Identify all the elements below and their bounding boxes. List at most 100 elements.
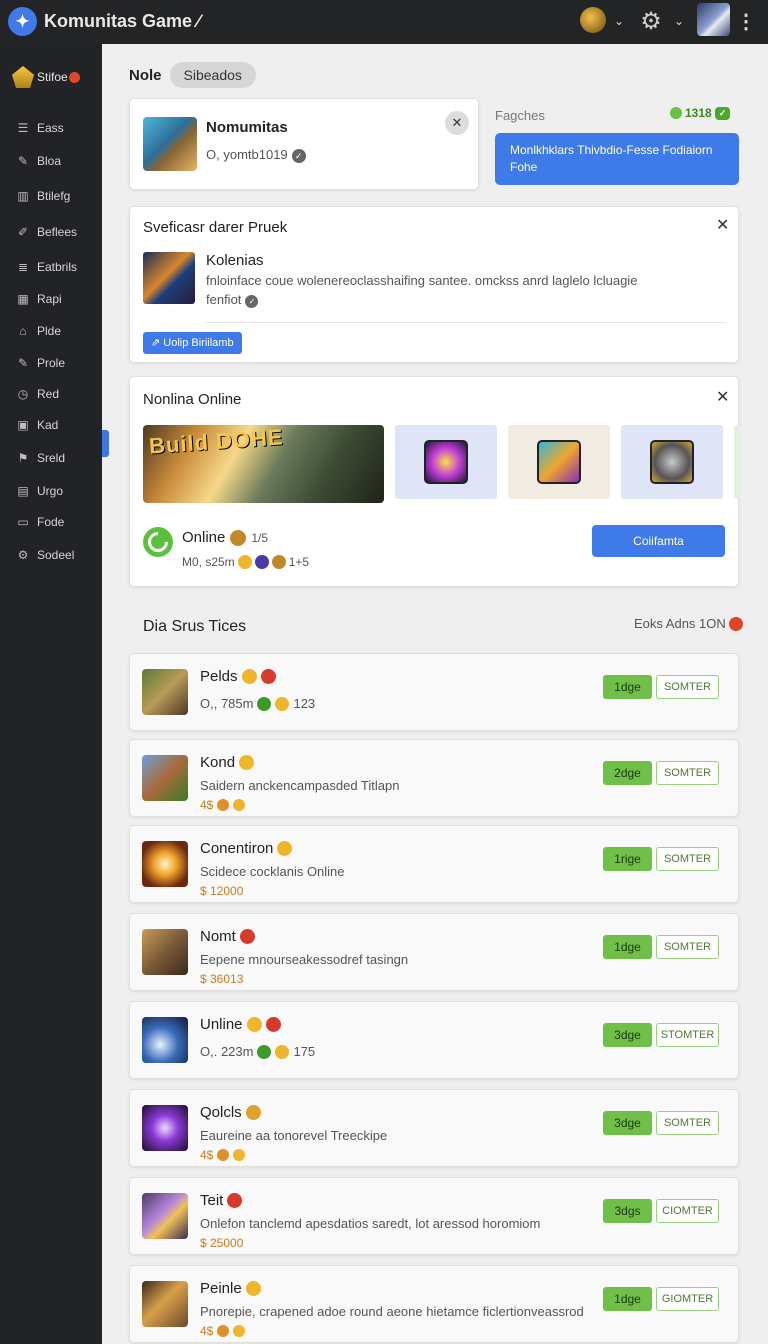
row-title-text: Qolcls bbox=[200, 1104, 242, 1121]
game-thumbnail[interactable] bbox=[395, 425, 497, 499]
chevron-down-icon[interactable]: ⌄ bbox=[612, 6, 626, 36]
sidebar-item-beflees[interactable]: ✐ Beflees bbox=[16, 225, 77, 239]
list-item[interactable]: Qolcls Eaureine aa tonorevel Treeckipe 4$ 3… bbox=[129, 1089, 739, 1167]
game-avatar-icon[interactable] bbox=[580, 7, 606, 33]
coin-icon bbox=[233, 799, 246, 811]
coin-icon bbox=[217, 799, 230, 811]
row-price-text: $ 25000 bbox=[200, 1236, 244, 1250]
row-action-button[interactable]: SOMTER bbox=[656, 847, 719, 871]
chevron-down-icon[interactable]: ⌄ bbox=[672, 6, 686, 36]
sidebar-item-plde[interactable]: ⌂ Plde bbox=[16, 324, 61, 338]
row-badge-button[interactable]: 1rige bbox=[603, 847, 652, 871]
row-action-button[interactable]: STOMTER bbox=[656, 1023, 719, 1047]
close-icon[interactable]: ✕ bbox=[445, 111, 469, 135]
game-thumbnail bbox=[142, 669, 188, 715]
row-price: 4$ bbox=[200, 1324, 246, 1338]
sidebar-item-label: Fode bbox=[37, 515, 65, 529]
special-name: Kolenias bbox=[206, 252, 264, 269]
sidebar-item-urgo[interactable]: ▤ Urgo bbox=[16, 484, 63, 498]
row-badge-button[interactable]: 1dge bbox=[603, 675, 652, 699]
emoji-icon bbox=[265, 1017, 281, 1032]
sidebar-item-sreld[interactable]: ⚑ Sreld bbox=[16, 451, 65, 465]
online-status-icon bbox=[143, 527, 173, 557]
row-action-button[interactable]: GIOMTER bbox=[656, 1287, 719, 1311]
promo-button[interactable]: Monlkhklars Thivbdio-Fesse Fodiaiorn Foh… bbox=[495, 133, 739, 185]
row-title-text: Teit bbox=[200, 1192, 224, 1209]
coin-icon bbox=[217, 1149, 230, 1161]
special-action-button[interactable]: ⇗ Uolip Biriilamb bbox=[143, 332, 242, 354]
emoji-icon bbox=[257, 1044, 272, 1059]
row-title-text: Pelds bbox=[200, 668, 238, 685]
crown-icon bbox=[12, 66, 34, 88]
sidebar-item-eatbrils[interactable]: ≣ Eatbrils bbox=[16, 260, 77, 274]
game-banner[interactable]: Build DOHE bbox=[143, 425, 384, 503]
user-avatar[interactable] bbox=[697, 3, 730, 36]
close-icon[interactable]: ✕ bbox=[716, 387, 729, 407]
user-card[interactable]: Nomumitas O, yomtb1019 ✓ ✕ bbox=[129, 98, 479, 190]
game-thumbnail bbox=[142, 841, 188, 887]
row-action-button[interactable]: SOMTER bbox=[656, 675, 719, 699]
knight-icon bbox=[650, 440, 694, 484]
emoji-icon bbox=[246, 1017, 262, 1032]
list-item[interactable]: Conentiron Scidece cocklanis Online $ 1200… bbox=[129, 825, 739, 903]
app-title: Komunitas Game ∕ bbox=[44, 11, 201, 31]
emoji-icon bbox=[260, 669, 276, 684]
row-subtitle-text: O,, 785m bbox=[200, 696, 254, 711]
sidebar-item-kad[interactable]: ▣ Kad bbox=[16, 418, 58, 432]
list-icon: ☰ bbox=[17, 121, 29, 135]
divider bbox=[206, 322, 726, 323]
online-status-count: 1/5 bbox=[251, 530, 269, 545]
row-badge-button[interactable]: 2dge bbox=[603, 761, 652, 785]
special-action-label: Uolip Biriilamb bbox=[163, 337, 234, 349]
row-subtitle-text: O,. 223m bbox=[200, 1044, 254, 1059]
sidebar-item-fode[interactable]: ▭ Fode bbox=[16, 515, 64, 529]
special-description: fnloinface coue wolenereoclasshaifing sa… bbox=[206, 271, 676, 309]
sidebar-item-eass[interactable]: ☰ Eass bbox=[16, 121, 64, 135]
row-badge-button[interactable]: 1dge bbox=[603, 935, 652, 959]
sidebar-item-red[interactable]: ◷ Red bbox=[16, 387, 59, 401]
row-action-button[interactable]: SOMTER bbox=[656, 761, 719, 785]
online-action-button[interactable]: Coiifamta bbox=[592, 525, 725, 557]
row-price: 4$ bbox=[200, 798, 246, 812]
list-item[interactable]: Peinle Pnorepie, crapened adoe round aeon… bbox=[129, 1265, 739, 1343]
flag-icon: ⚑ bbox=[17, 451, 29, 465]
online-meta: M0, s25m 1+5 bbox=[182, 555, 309, 569]
sidebar-item-prole[interactable]: ✎ Prole bbox=[16, 356, 65, 370]
gear-icon: ⚙ bbox=[17, 548, 29, 562]
user-meta: O, yomtb1019 ✓ bbox=[206, 147, 306, 163]
gear-icon[interactable]: ⚙ bbox=[638, 6, 664, 36]
row-action-button[interactable]: SOMTER bbox=[656, 935, 719, 959]
game-thumbnail[interactable] bbox=[508, 425, 610, 499]
list-item[interactable]: Teit Onlefon tanclemd apesdatios saredt, … bbox=[129, 1177, 739, 1255]
chart-icon: ▤ bbox=[17, 484, 29, 498]
row-subtitle: Eepene mnourseakessodref tasingn bbox=[200, 952, 408, 967]
app-logo-icon[interactable]: ✦ bbox=[8, 7, 37, 36]
row-title: Kond bbox=[200, 754, 255, 771]
row-action-button[interactable]: SOMTER bbox=[656, 1111, 719, 1135]
row-action-button[interactable]: CIOMTER bbox=[656, 1199, 719, 1223]
list-item[interactable]: Unline O,. 223m 175 3dge STOMTER bbox=[129, 1001, 739, 1079]
sidebar-brand[interactable]: Stifoe bbox=[12, 66, 80, 88]
list-item[interactable]: Nomt Eepene mnourseakessodref tasingn $ 36… bbox=[129, 913, 739, 991]
list-item[interactable]: Pelds O,, 785m 123 1dge SOMTER bbox=[129, 653, 739, 731]
sidebar-item-btilefg[interactable]: ▥ Btilefg bbox=[16, 189, 70, 203]
more-vertical-icon[interactable]: ⋮ bbox=[736, 6, 756, 36]
online-meta-right: 1+5 bbox=[288, 555, 310, 569]
online-status-label: Online bbox=[182, 529, 226, 546]
game-thumbnail[interactable] bbox=[621, 425, 723, 499]
row-badge-button[interactable]: 1dge bbox=[603, 1287, 652, 1311]
list-item[interactable]: Kond Saidern anckencampasded Titlapn 4$ 2dg… bbox=[129, 739, 739, 817]
section-link[interactable]: Eoks Adns 1ON bbox=[634, 616, 743, 631]
row-badge-button[interactable]: 3dge bbox=[603, 1111, 652, 1135]
coin-icon bbox=[233, 1149, 246, 1161]
leaf-icon bbox=[670, 107, 682, 119]
sidebar-item-label: Prole bbox=[37, 356, 66, 370]
sidebar-item-bloa[interactable]: ✎ Bloa bbox=[16, 154, 61, 168]
sidebar-item-rapi[interactable]: ▦ Rapi bbox=[16, 292, 61, 306]
row-badge-button[interactable]: 3dge bbox=[603, 1023, 652, 1047]
sidebar-item-sodeel[interactable]: ⚙ Sodeel bbox=[16, 548, 75, 562]
game-thumbnail-partial[interactable] bbox=[734, 425, 740, 499]
row-badge-button[interactable]: 3dgs bbox=[603, 1199, 652, 1223]
tab-selected[interactable]: Sibeados bbox=[169, 62, 256, 88]
close-icon[interactable]: ✕ bbox=[716, 215, 729, 235]
